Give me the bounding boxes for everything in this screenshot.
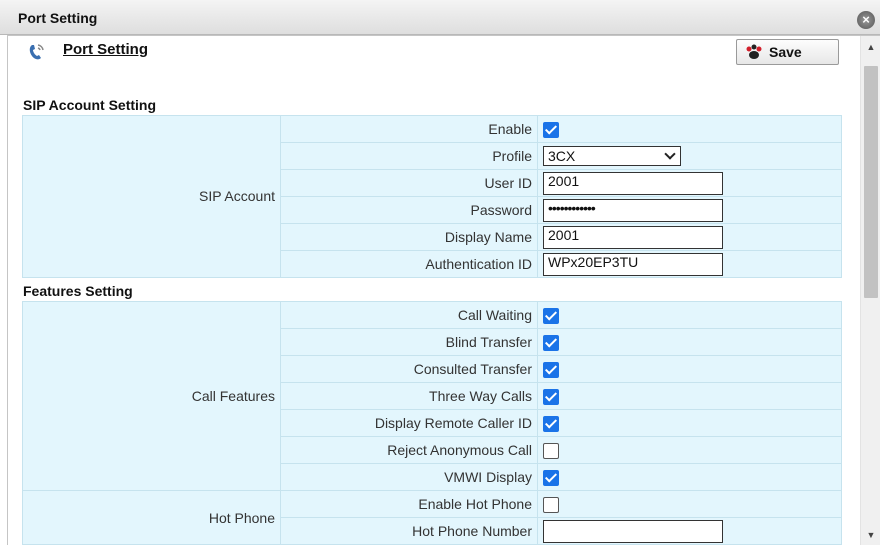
blind-transfer-checkbox[interactable] [543,334,559,351]
save-button[interactable]: Save [736,39,839,65]
sip-section-heading: SIP Account Setting [23,97,157,113]
enable-hot-phone-cell [537,490,842,518]
save-icon [746,44,762,59]
display-name-label: Display Name [280,223,538,251]
scroll-thumb[interactable] [864,66,878,298]
call-waiting-checkbox[interactable] [543,307,559,324]
profile-select[interactable]: 3CX [543,146,681,166]
vertical-scrollbar[interactable]: ▲ ▼ [860,36,880,545]
phone-icon [29,44,44,60]
password-cell: •••••••••••• [537,196,842,224]
vmwi-display-cell [537,463,842,491]
user-id-label: User ID [280,169,538,197]
three-way-calls-cell [537,382,842,410]
password-input[interactable]: •••••••••••• [543,198,723,222]
display-remote-caller-id-cell [537,409,842,437]
profile-selected-value: 3CX [548,148,576,164]
sip-account-table: SIP Account Enable Profile 3CX User ID 2… [22,115,842,278]
features-section-heading: Features Setting [23,283,133,299]
hot-phone-number-cell [537,517,842,545]
hot-phone-number-input[interactable] [543,519,723,543]
display-remote-caller-id-checkbox[interactable] [543,415,559,432]
auth-id-input[interactable]: WPx20EP3TU [543,252,723,276]
profile-cell: 3CX [537,142,842,170]
table-row: Call Features Call Waiting [22,301,842,491]
save-button-label: Save [769,44,802,60]
blind-transfer-label: Blind Transfer [280,328,538,356]
display-name-cell: 2001 [537,223,842,251]
scroll-down-icon[interactable]: ▼ [861,526,880,544]
chevron-down-icon [664,148,676,160]
consulted-transfer-cell [537,355,842,383]
user-id-cell: 2001 [537,169,842,197]
vmwi-display-checkbox[interactable] [543,469,559,486]
sip-account-group-label: SIP Account [22,115,281,278]
three-way-calls-checkbox[interactable] [543,388,559,405]
blind-transfer-cell [537,328,842,356]
window-title: Port Setting [18,10,98,26]
password-label: Password [280,196,538,224]
features-table: Call Features Call Waiting Blind Transfe… [22,301,842,545]
display-remote-caller-id-label: Display Remote Caller ID [280,409,538,437]
enable-checkbox[interactable] [543,121,559,138]
call-features-group-label: Call Features [22,301,281,491]
page-title: Port Setting [63,41,148,58]
user-id-input[interactable]: 2001 [543,171,723,195]
enable-hot-phone-checkbox[interactable] [543,496,559,513]
scroll-up-icon[interactable]: ▲ [861,38,880,56]
content-panel: Port Setting Save ▲ ▼ SIP Account Settin… [7,35,880,545]
window-titlebar: Port Setting × [0,0,880,35]
table-row: Hot Phone Enable Hot Phone [22,490,842,545]
close-icon[interactable]: × [857,11,875,29]
call-waiting-cell [537,301,842,329]
enable-cell [537,115,842,143]
display-name-input[interactable]: 2001 [543,225,723,249]
reject-anonymous-call-cell [537,436,842,464]
consulted-transfer-label: Consulted Transfer [280,355,538,383]
auth-id-cell: WPx20EP3TU [537,250,842,278]
enable-hot-phone-label: Enable Hot Phone [280,490,538,518]
three-way-calls-label: Three Way Calls [280,382,538,410]
hot-phone-group-label: Hot Phone [22,490,281,545]
profile-label: Profile [280,142,538,170]
hot-phone-number-label: Hot Phone Number [280,517,538,545]
reject-anonymous-call-label: Reject Anonymous Call [280,436,538,464]
enable-label: Enable [280,115,538,143]
call-waiting-label: Call Waiting [280,301,538,329]
vmwi-display-label: VMWI Display [280,463,538,491]
reject-anonymous-call-checkbox[interactable] [543,442,559,459]
auth-id-label: Authentication ID [280,250,538,278]
table-row: SIP Account Enable [22,115,842,278]
consulted-transfer-checkbox[interactable] [543,361,559,378]
